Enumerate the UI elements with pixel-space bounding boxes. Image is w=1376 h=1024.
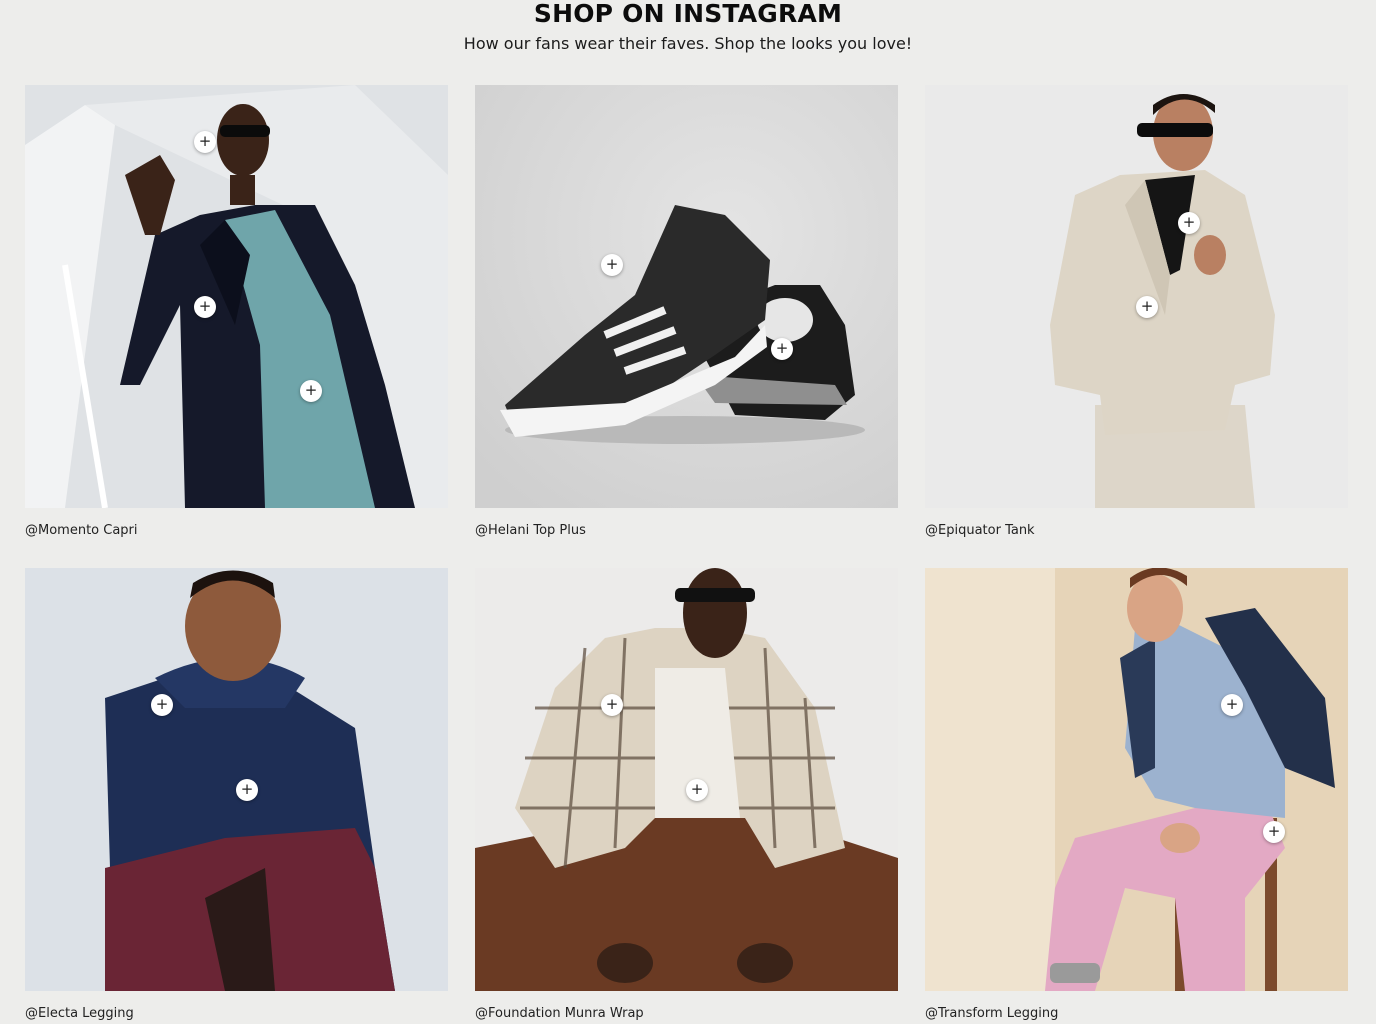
product-hotspot[interactable]: + [194, 131, 216, 153]
plus-icon: + [155, 695, 169, 713]
product-hotspot[interactable]: + [1263, 821, 1285, 843]
product-hotspot[interactable]: + [1221, 694, 1243, 716]
plus-icon: + [198, 297, 212, 315]
product-hotspot[interactable]: + [601, 694, 623, 716]
plus-icon: + [304, 381, 318, 399]
instagram-post-image[interactable]: + + [25, 568, 448, 991]
product-hotspot[interactable]: + [601, 254, 623, 276]
section-title: SHOP ON INSTAGRAM [533, 0, 843, 28]
post-caption[interactable]: @Momento Capri [25, 523, 138, 539]
product-hotspot[interactable]: + [300, 380, 322, 402]
instagram-post-card: + + @Helani Top Plus [475, 85, 898, 538]
model-photo [25, 85, 448, 508]
post-caption[interactable]: @Helani Top Plus [475, 523, 586, 539]
instagram-post-image[interactable]: + + [475, 568, 898, 991]
instagram-post-card: + + @Epiquator Tank [925, 85, 1348, 538]
plus-icon: + [775, 339, 789, 357]
post-caption[interactable]: @Electa Legging [25, 1006, 134, 1022]
instagram-post-card: + + + @Momento Capri [25, 85, 448, 538]
section-subtitle: How our fans wear their faves. Shop the … [463, 34, 913, 53]
plus-icon: + [240, 780, 254, 798]
model-photo [475, 568, 898, 991]
product-hotspot[interactable]: + [1136, 296, 1158, 318]
model-photo [925, 568, 1348, 991]
plus-icon: + [1182, 213, 1196, 231]
model-photo [925, 85, 1348, 508]
product-hotspot[interactable]: + [194, 296, 216, 318]
instagram-post-card: + + @Foundation Munra Wrap [475, 568, 898, 1021]
model-photo [25, 568, 448, 991]
plus-icon: + [605, 255, 619, 273]
plus-icon: + [1225, 695, 1239, 713]
post-caption[interactable]: @Epiquator Tank [925, 523, 1035, 539]
plus-icon: + [198, 132, 212, 150]
instagram-post-image[interactable]: + + [475, 85, 898, 508]
instagram-post-image[interactable]: + + [925, 85, 1348, 508]
sneaker-photo [475, 85, 898, 508]
product-hotspot[interactable]: + [236, 779, 258, 801]
product-hotspot[interactable]: + [686, 779, 708, 801]
product-hotspot[interactable]: + [1178, 212, 1200, 234]
post-caption[interactable]: @Transform Legging [925, 1006, 1058, 1022]
product-hotspot[interactable]: + [771, 338, 793, 360]
plus-icon: + [690, 780, 704, 798]
instagram-post-image[interactable]: + + [925, 568, 1348, 991]
instagram-post-card: + + @Electa Legging [25, 568, 448, 1021]
post-caption[interactable]: @Foundation Munra Wrap [475, 1006, 644, 1022]
plus-icon: + [1140, 297, 1154, 315]
product-hotspot[interactable]: + [151, 694, 173, 716]
plus-icon: + [605, 695, 619, 713]
instagram-post-image[interactable]: + + + [25, 85, 448, 508]
instagram-post-card: + + @Transform Legging [925, 568, 1348, 1021]
plus-icon: + [1267, 822, 1281, 840]
